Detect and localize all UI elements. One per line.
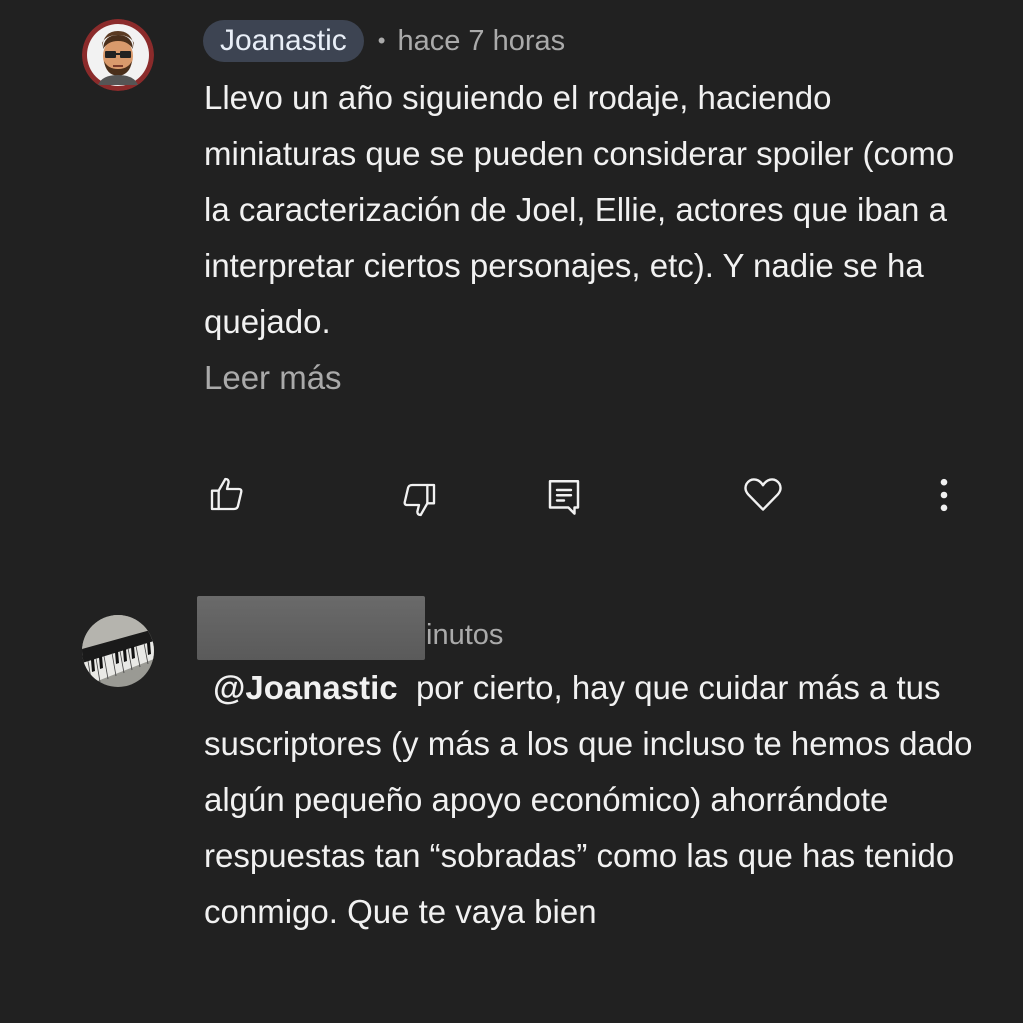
- thumbs-up-icon: [210, 477, 243, 511]
- mention-link[interactable]: @Joanastic: [213, 669, 397, 706]
- more-options-button[interactable]: [920, 471, 968, 519]
- thumbs-down-icon: [403, 483, 436, 517]
- more-vertical-icon: [940, 478, 948, 512]
- separator-dot: •: [377, 28, 386, 53]
- comment-body: por cierto, hay que cuidar más a tus sus…: [204, 669, 973, 930]
- redacted-author-block: [197, 596, 425, 660]
- read-more-link[interactable]: Leer más: [204, 350, 342, 406]
- comment-text: Llevo un año siguiendo el rodaje, hacien…: [204, 79, 955, 340]
- heart-button[interactable]: [739, 470, 787, 518]
- comment-time: inutos: [426, 619, 504, 651]
- avatar[interactable]: [82, 615, 154, 687]
- comment-meta: Joanastic • hace 7 horas: [203, 19, 565, 63]
- heart-icon: [744, 478, 782, 511]
- avatar[interactable]: [82, 19, 154, 91]
- comment-text: @Joanastic por cierto, hay que cuidar má…: [204, 660, 984, 940]
- author-name[interactable]: Joanastic: [203, 20, 364, 62]
- like-button[interactable]: [203, 470, 251, 518]
- reply-button[interactable]: [540, 473, 588, 521]
- comment-time: hace 7 horas: [397, 24, 566, 57]
- reply-icon: [548, 480, 580, 515]
- dislike-button[interactable]: [395, 476, 443, 524]
